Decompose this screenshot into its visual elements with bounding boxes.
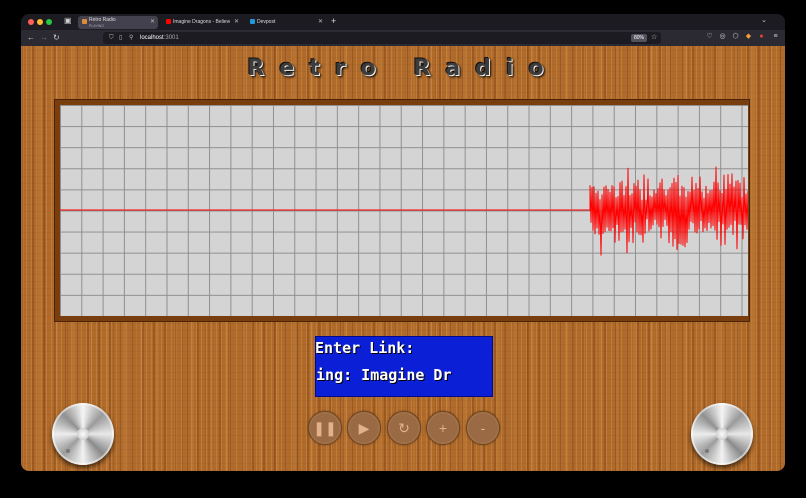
pause-button[interactable]: ❚❚ [308,411,342,445]
account-icon[interactable]: ◎ [719,33,726,40]
url-text: localhost:3001 [140,34,179,42]
lcd-now-playing: ying: Imagine Dr [315,366,452,384]
youtube-favicon-icon [166,19,171,24]
page-icon[interactable]: ▯ [119,34,122,42]
reload-icon[interactable]: ↻ [53,33,60,43]
tab-title: Imagine Dragons - Believer (lyric [173,19,230,25]
right-volume-knob[interactable] [691,403,753,465]
extension-red-icon[interactable]: ● [758,33,765,40]
lcd-display: Enter Link: ying: Imagine Dr [315,336,493,397]
audio-waveform [60,166,748,256]
minimize-window-button[interactable] [37,19,43,25]
close-tab-icon[interactable]: ✕ [318,19,323,25]
radio-favicon-icon [82,19,87,24]
bookmark-star-icon[interactable]: ☆ [651,34,657,42]
play-button[interactable]: ▶ [347,411,381,445]
permissions-icon[interactable]: ⚲ [129,34,133,42]
close-tab-icon[interactable]: ✕ [234,19,239,25]
volume-up-button[interactable]: + [426,411,460,445]
pocket-icon[interactable]: ♡ [706,33,713,40]
retro-radio-app: Retro Radio Enter Link: ying: Imagine Dr… [21,46,785,471]
oscilloscope-frame [54,99,750,322]
forward-arrow-icon[interactable]: → [40,33,48,43]
browser-window: ▣ Retro Radio PLAYING ✕ Imagine Dragons … [21,14,785,471]
replay-button[interactable]: ↻ [387,411,421,445]
close-tab-icon[interactable]: ✕ [150,19,155,25]
oscilloscope-display [60,105,748,316]
waveform-graph [60,166,748,256]
devpost-favicon-icon [250,19,255,24]
knob-indicator [66,449,70,453]
navigation-bar: ← → ↻ ⛉ ▯ ⚲ localhost:3001 80% ☆ ♡ ◎ ⬡ ◆… [21,30,785,46]
tab-playing-status: PLAYING [89,24,104,28]
tab-overview-icon[interactable]: ▣ [64,17,72,25]
pause-icon: ❚❚ [313,420,337,436]
knob-indicator [705,449,709,453]
url-port: :3001 [163,35,179,41]
minus-icon: - [480,420,486,436]
tab-devpost[interactable]: Devpost ✕ [246,16,326,29]
lcd-link-prompt: Enter Link: [315,339,415,357]
left-tuning-knob[interactable] [52,403,114,465]
tab-imagine-dragons[interactable]: Imagine Dragons - Believer (lyric ✕ [162,16,242,29]
shield-icon[interactable]: ⛉ [109,34,114,42]
plus-icon: + [438,420,448,436]
tab-title: Devpost [257,19,276,25]
tab-retro-radio[interactable]: Retro Radio PLAYING ✕ [78,16,158,29]
maximize-window-button[interactable] [46,19,52,25]
volume-down-button[interactable]: - [466,411,500,445]
tab-list-chevron-icon[interactable]: ⌄ [761,16,767,24]
zoom-level-badge[interactable]: 80% [631,34,648,42]
url-host: localhost [140,35,164,41]
address-bar[interactable]: ⛉ ▯ ⚲ localhost:3001 80% ☆ [103,32,661,44]
close-window-button[interactable] [28,19,34,25]
back-arrow-icon[interactable]: ← [27,33,35,43]
new-tab-button[interactable]: + [331,16,336,27]
extension-flame-icon[interactable]: ◆ [745,33,752,40]
extensions-icon[interactable]: ⬡ [732,33,739,40]
replay-icon: ↻ [398,420,410,436]
menu-hamburger-icon[interactable]: ≡ [772,33,779,40]
app-title: Retro Radio [247,56,559,81]
tab-strip: ▣ Retro Radio PLAYING ✕ Imagine Dragons … [21,14,785,30]
play-icon: ▶ [358,420,370,436]
